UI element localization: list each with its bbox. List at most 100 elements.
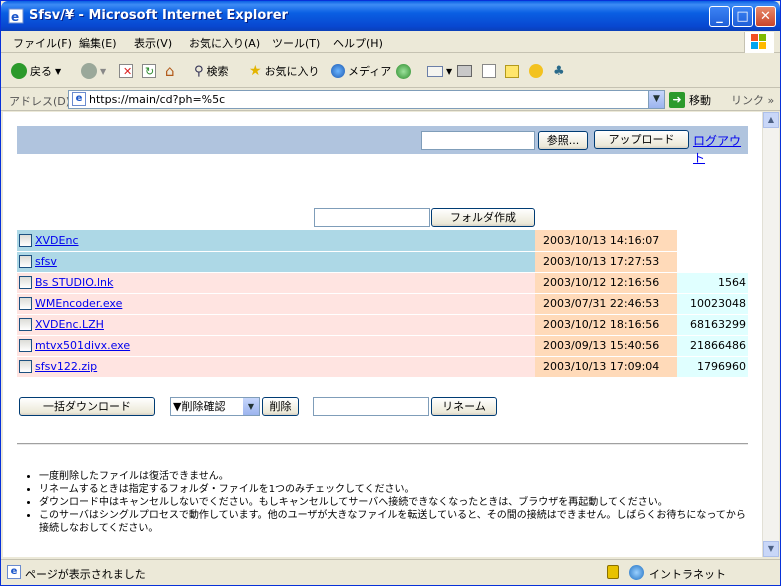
maximize-button[interactable]: □ bbox=[732, 6, 753, 27]
file-table: XVDEnc 2003/10/13 14:16:07 sfsv 2003/10/13 … bbox=[17, 230, 748, 378]
rename-button[interactable]: リネーム bbox=[431, 397, 497, 416]
media-icon bbox=[331, 64, 345, 78]
title-bar: e Sfsv/¥ - Microsoft Internet Explorer _… bbox=[1, 1, 780, 31]
file-row: Bs STUDIO.lnk 2003/10/12 12:16:56 1564 bbox=[17, 272, 748, 294]
lock-icon bbox=[607, 565, 619, 579]
file-name-cell: sfsv122.zip bbox=[17, 356, 535, 378]
status-text: ページが表示されました bbox=[25, 568, 146, 581]
research-button[interactable]: ♣ bbox=[553, 61, 565, 81]
address-label: アドレス(D) bbox=[9, 95, 71, 108]
file-size bbox=[677, 251, 748, 273]
file-checkbox[interactable] bbox=[19, 255, 32, 269]
edit-button[interactable] bbox=[482, 61, 496, 81]
search-icon: ⚲ bbox=[194, 63, 204, 79]
history-button[interactable] bbox=[396, 61, 411, 81]
bulk-download-button[interactable]: 一括ダウンロード bbox=[19, 397, 155, 416]
page-icon: e bbox=[72, 92, 86, 106]
create-folder-button[interactable]: フォルダ作成 bbox=[431, 208, 535, 227]
file-link[interactable]: XVDEnc.LZH bbox=[35, 318, 104, 331]
menu-help[interactable]: ヘルプ(H) bbox=[333, 35, 383, 51]
security-zone: イントラネット bbox=[649, 568, 726, 581]
file-name-cell: XVDEnc bbox=[17, 230, 535, 252]
delete-button[interactable]: 削除 bbox=[262, 397, 299, 416]
ie-logo-icon: e bbox=[8, 8, 24, 24]
file-size: 21866486 bbox=[677, 335, 748, 357]
favorites-button[interactable]: ★ お気に入り bbox=[249, 61, 320, 81]
upload-button[interactable]: アップロード bbox=[594, 130, 689, 149]
back-arrow-icon bbox=[11, 63, 27, 79]
star-icon: ★ bbox=[249, 63, 262, 79]
messenger-button[interactable] bbox=[529, 61, 543, 81]
file-checkbox[interactable] bbox=[19, 276, 32, 290]
logout-link[interactable]: ログアウト bbox=[693, 132, 748, 166]
print-button[interactable] bbox=[457, 61, 472, 81]
note-item: リネームするときは指定するフォルダ・ファイルを1つのみチェックしてください。 bbox=[39, 483, 750, 496]
close-button[interactable]: ✕ bbox=[755, 6, 776, 27]
menu-tools[interactable]: ツール(T) bbox=[272, 35, 320, 51]
file-checkbox[interactable] bbox=[19, 360, 32, 374]
file-link[interactable]: sfsv bbox=[35, 255, 57, 268]
discuss-button[interactable] bbox=[505, 61, 519, 81]
file-checkbox[interactable] bbox=[19, 297, 32, 311]
menu-favorites[interactable]: お気に入り(A) bbox=[189, 35, 260, 51]
file-row: WMEncoder.exe 2003/07/31 22:46:53 10023048 bbox=[17, 293, 748, 315]
forward-arrow-icon bbox=[81, 63, 97, 79]
search-button[interactable]: ⚲ 検索 bbox=[194, 61, 229, 81]
delete-confirm-select[interactable]: ▼削除確認 ▼ bbox=[170, 397, 260, 416]
file-size: 1796960 bbox=[677, 356, 748, 378]
folder-name-input[interactable] bbox=[314, 208, 430, 227]
menu-view[interactable]: 表示(V) bbox=[134, 35, 172, 51]
stop-button[interactable]: ✕ bbox=[119, 61, 133, 81]
back-dropdown-icon[interactable]: ▼ bbox=[55, 67, 61, 76]
file-size bbox=[677, 230, 748, 252]
scroll-down-icon[interactable]: ▼ bbox=[763, 541, 779, 557]
stop-icon: ✕ bbox=[119, 64, 133, 78]
file-checkbox[interactable] bbox=[19, 234, 32, 247]
go-button[interactable]: ➜ 移動 bbox=[669, 92, 711, 108]
select-dropdown-icon[interactable]: ▼ bbox=[243, 398, 259, 415]
file-date: 2003/09/13 15:40:56 bbox=[535, 335, 677, 357]
forward-dropdown-icon[interactable]: ▼ bbox=[100, 67, 106, 76]
file-checkbox[interactable] bbox=[19, 318, 32, 332]
file-link[interactable]: Bs STUDIO.lnk bbox=[35, 276, 113, 289]
vertical-scrollbar[interactable]: ▲ ▼ bbox=[762, 112, 779, 557]
address-input[interactable]: e https://main/cd?ph=%5c ▼ bbox=[68, 90, 665, 109]
file-checkbox[interactable] bbox=[19, 339, 32, 353]
home-button[interactable]: ⌂ bbox=[165, 61, 175, 81]
home-icon: ⌂ bbox=[165, 62, 175, 80]
mail-dropdown-icon[interactable]: ▼ bbox=[446, 67, 452, 76]
upload-file-input[interactable] bbox=[421, 131, 535, 150]
research-icon: ♣ bbox=[553, 63, 565, 79]
file-row: mtvx501divx.exe 2003/09/13 15:40:56 218664… bbox=[17, 335, 748, 357]
minimize-button[interactable]: _ bbox=[709, 6, 730, 27]
file-link[interactable]: sfsv122.zip bbox=[35, 360, 97, 373]
links-button[interactable]: リンク » bbox=[731, 92, 774, 108]
menu-edit[interactable]: 編集(E) bbox=[79, 35, 117, 51]
rename-input[interactable] bbox=[313, 397, 429, 416]
file-row: sfsv122.zip 2003/10/13 17:09:04 1796960 bbox=[17, 356, 748, 378]
file-size: 1564 bbox=[677, 272, 748, 294]
address-dropdown-icon[interactable]: ▼ bbox=[648, 91, 664, 108]
scroll-up-icon[interactable]: ▲ bbox=[763, 112, 779, 128]
file-size: 10023048 bbox=[677, 293, 748, 315]
address-url: https://main/cd?ph=%5c bbox=[89, 93, 226, 106]
back-button[interactable]: 戻る ▼ bbox=[11, 61, 61, 81]
file-name-cell: Bs STUDIO.lnk bbox=[17, 272, 535, 294]
refresh-button[interactable]: ↻ bbox=[142, 61, 156, 81]
file-link[interactable]: WMEncoder.exe bbox=[35, 297, 122, 310]
note-icon bbox=[505, 64, 519, 78]
edit-page-icon bbox=[482, 64, 496, 78]
file-link[interactable]: mtvx501divx.exe bbox=[35, 339, 130, 352]
media-button[interactable]: メディア bbox=[331, 61, 391, 81]
windows-flag-icon bbox=[744, 32, 774, 53]
file-link[interactable]: XVDEnc bbox=[35, 234, 79, 247]
mail-button[interactable]: ▼ bbox=[427, 61, 452, 81]
notes-list: 一度削除したファイルは復活できません。 リネームするときは指定するフォルダ・ファ… bbox=[25, 470, 750, 535]
file-row: XVDEnc 2003/10/13 14:16:07 bbox=[17, 230, 748, 252]
file-date: 2003/10/12 12:16:56 bbox=[535, 272, 677, 294]
menu-bar: ファイル(F) 編集(E) 表示(V) お気に入り(A) ツール(T) ヘルプ(… bbox=[1, 31, 780, 53]
browse-button[interactable]: 参照... bbox=[538, 131, 588, 150]
forward-button[interactable]: ▼ bbox=[81, 61, 106, 81]
menu-file[interactable]: ファイル(F) bbox=[13, 35, 72, 51]
print-icon bbox=[457, 65, 472, 77]
